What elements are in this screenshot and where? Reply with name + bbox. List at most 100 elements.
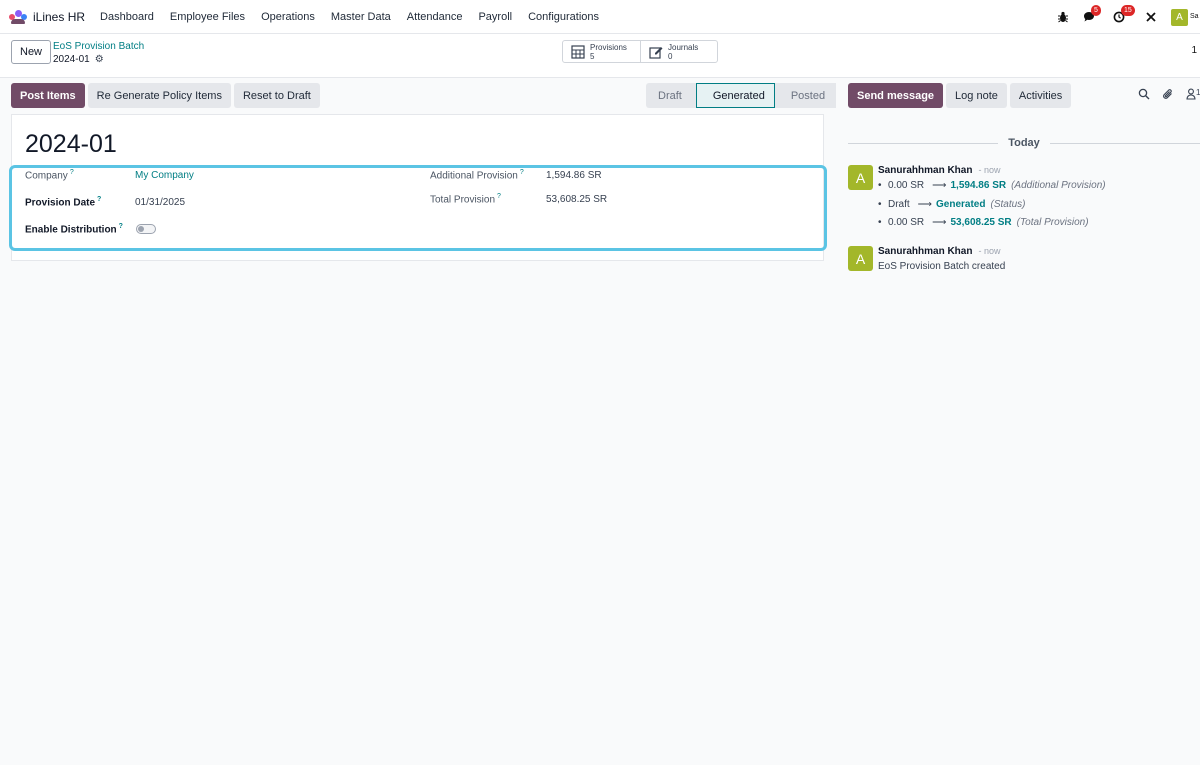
message-author[interactable]: Sanurahhman Khan [878, 165, 972, 176]
app-name: iLines HR [33, 9, 86, 24]
menu-employee-files[interactable]: Employee Files [170, 11, 245, 23]
additional-provision-label-text: Additional Provision [430, 170, 518, 182]
paperclip-icon[interactable] [1162, 88, 1174, 103]
arrow-icon: ⟶ [917, 199, 933, 210]
provisions-label: Provisions [590, 42, 627, 52]
chatter: Send message Log note Activities 1 Today… [836, 78, 1200, 765]
menu-operations[interactable]: Operations [261, 11, 315, 23]
company-label: Company? [25, 169, 74, 181]
people-icon [9, 9, 27, 24]
breadcrumb-current-label: 2024-01 [53, 54, 90, 65]
smart-buttons: Provisions 5 Journals 0 [562, 40, 718, 63]
menu-payroll[interactable]: Payroll [478, 11, 512, 23]
log-note-button[interactable]: Log note [946, 83, 1007, 108]
message-author[interactable]: Sanurahhman Khan [878, 246, 972, 257]
new-value: 1,594.86 SR [950, 180, 1007, 191]
tracked-field: (Total Provision) [1016, 217, 1089, 228]
followers-icon[interactable]: 1 [1186, 88, 1200, 103]
journals-label: Journals [668, 42, 699, 52]
chatter-buttons: Send message Log note Activities [848, 83, 1074, 108]
breadcrumb-current: 2024-01 ⚙ [53, 54, 104, 65]
message-body: EoS Provision Batch created [878, 261, 1006, 272]
status-step-draft[interactable]: Draft [646, 83, 696, 108]
tools-icon[interactable] [1145, 11, 1157, 23]
tracking-change: Draft ⟶Generated (Status) [878, 199, 1026, 210]
provisions-smart-button[interactable]: Provisions 5 [563, 41, 640, 62]
control-panel: New EoS Provision Batch 2024-01 ⚙ Provis… [0, 34, 1200, 78]
provisions-count: 5 [590, 51, 595, 61]
app-brand[interactable]: iLines HR [9, 9, 86, 24]
provision-date-label-text: Provision Date [25, 197, 96, 209]
form-sheet: 2024-01 Company? My Company Provision Da… [9, 114, 827, 261]
tracking-change: 0.00 SR ⟶1,594.86 SR (Additional Provision… [878, 180, 1106, 191]
company-label-text: Company [25, 170, 68, 182]
menu-dashboard[interactable]: Dashboard [100, 11, 154, 23]
tracked-field: (Additional Provision) [1011, 180, 1106, 191]
help-icon[interactable]: ? [97, 196, 101, 203]
user-name[interactable]: Sa [1190, 13, 1200, 21]
date-separator: Today [848, 137, 1200, 149]
additional-provision-label: Additional Provision? [430, 169, 524, 181]
clock-icon[interactable]: 15 [1113, 5, 1135, 23]
status-step-posted[interactable]: Posted [774, 83, 841, 108]
new-button[interactable]: New [11, 40, 52, 64]
calculator-icon [571, 44, 585, 59]
gear-icon[interactable]: ⚙ [95, 54, 104, 65]
messages-badge: 5 [1091, 5, 1101, 16]
send-message-button[interactable]: Send message [848, 83, 944, 108]
main-menu: Dashboard Employee Files Operations Mast… [100, 11, 615, 23]
navbar-systray: 5 15 A Sa [1045, 0, 1200, 34]
menu-attendance[interactable]: Attendance [407, 11, 463, 23]
author-avatar[interactable]: A [848, 165, 873, 190]
company-value[interactable]: My Company [135, 170, 194, 181]
menu-master-data[interactable]: Master Data [331, 11, 391, 23]
followers-count: 1 [1196, 88, 1200, 97]
enable-distribution-label: Enable Distribution? [25, 223, 123, 235]
old-value: 0.00 SR [888, 180, 925, 191]
help-icon[interactable]: ? [119, 223, 123, 230]
post-items-button[interactable]: Post Items [11, 83, 85, 108]
old-value: Draft [888, 199, 910, 210]
tracking-change: 0.00 SR ⟶53,608.25 SR (Total Provision) [878, 217, 1089, 228]
help-icon[interactable]: ? [70, 169, 74, 176]
top-navbar: iLines HR Dashboard Employee Files Opera… [0, 0, 1200, 34]
tracked-field: (Status) [990, 199, 1026, 210]
enable-distribution-toggle[interactable] [136, 224, 156, 234]
additional-provision-value[interactable]: 1,594.86 SR [546, 170, 602, 181]
today-label: Today [1008, 137, 1040, 149]
journals-count: 0 [668, 51, 673, 61]
activities-badge: 15 [1121, 5, 1135, 16]
record-title[interactable]: 2024-01 [25, 130, 117, 159]
chatter-tools: 1 [1138, 88, 1200, 103]
journals-smart-button[interactable]: Journals 0 [640, 41, 717, 62]
edit-icon [649, 45, 663, 59]
breadcrumb-parent[interactable]: EoS Provision Batch [53, 41, 144, 52]
search-icon[interactable] [1138, 88, 1150, 103]
message-header: Sanurahhman Khan - now [878, 164, 1001, 176]
regenerate-policy-items-button[interactable]: Re Generate Policy Items [87, 83, 231, 108]
provision-date-value[interactable]: 01/31/2025 [135, 197, 185, 208]
total-provision-value: 53,608.25 SR [546, 194, 608, 205]
form-area: Post Items Re Generate Policy Items Rese… [0, 78, 841, 765]
pager-value[interactable]: 1 [1191, 45, 1197, 56]
author-avatar[interactable]: A [848, 246, 873, 271]
messages-icon[interactable]: 5 [1083, 5, 1101, 23]
menu-configurations[interactable]: Configurations [528, 11, 599, 23]
activities-button[interactable]: Activities [1009, 83, 1072, 108]
message-header: Sanurahhman Khan - now [878, 245, 1001, 257]
message-time: - now [978, 246, 1001, 256]
total-provision-label: Total Provision? [430, 193, 501, 205]
new-value: 53,608.25 SR [950, 217, 1012, 228]
new-value: Generated [936, 199, 986, 210]
help-icon[interactable]: ? [497, 193, 501, 200]
arrow-icon: ⟶ [932, 217, 947, 228]
status-steps: Draft Generated Posted [646, 83, 841, 108]
arrow-icon: ⟶ [932, 180, 947, 191]
help-icon[interactable]: ? [520, 169, 524, 176]
message-time: - now [978, 165, 1001, 175]
bug-icon[interactable] [1057, 11, 1069, 23]
user-avatar[interactable]: A [1171, 8, 1188, 26]
highlight-box [9, 165, 827, 251]
status-step-generated[interactable]: Generated [695, 83, 775, 108]
reset-to-draft-button[interactable]: Reset to Draft [233, 83, 320, 108]
